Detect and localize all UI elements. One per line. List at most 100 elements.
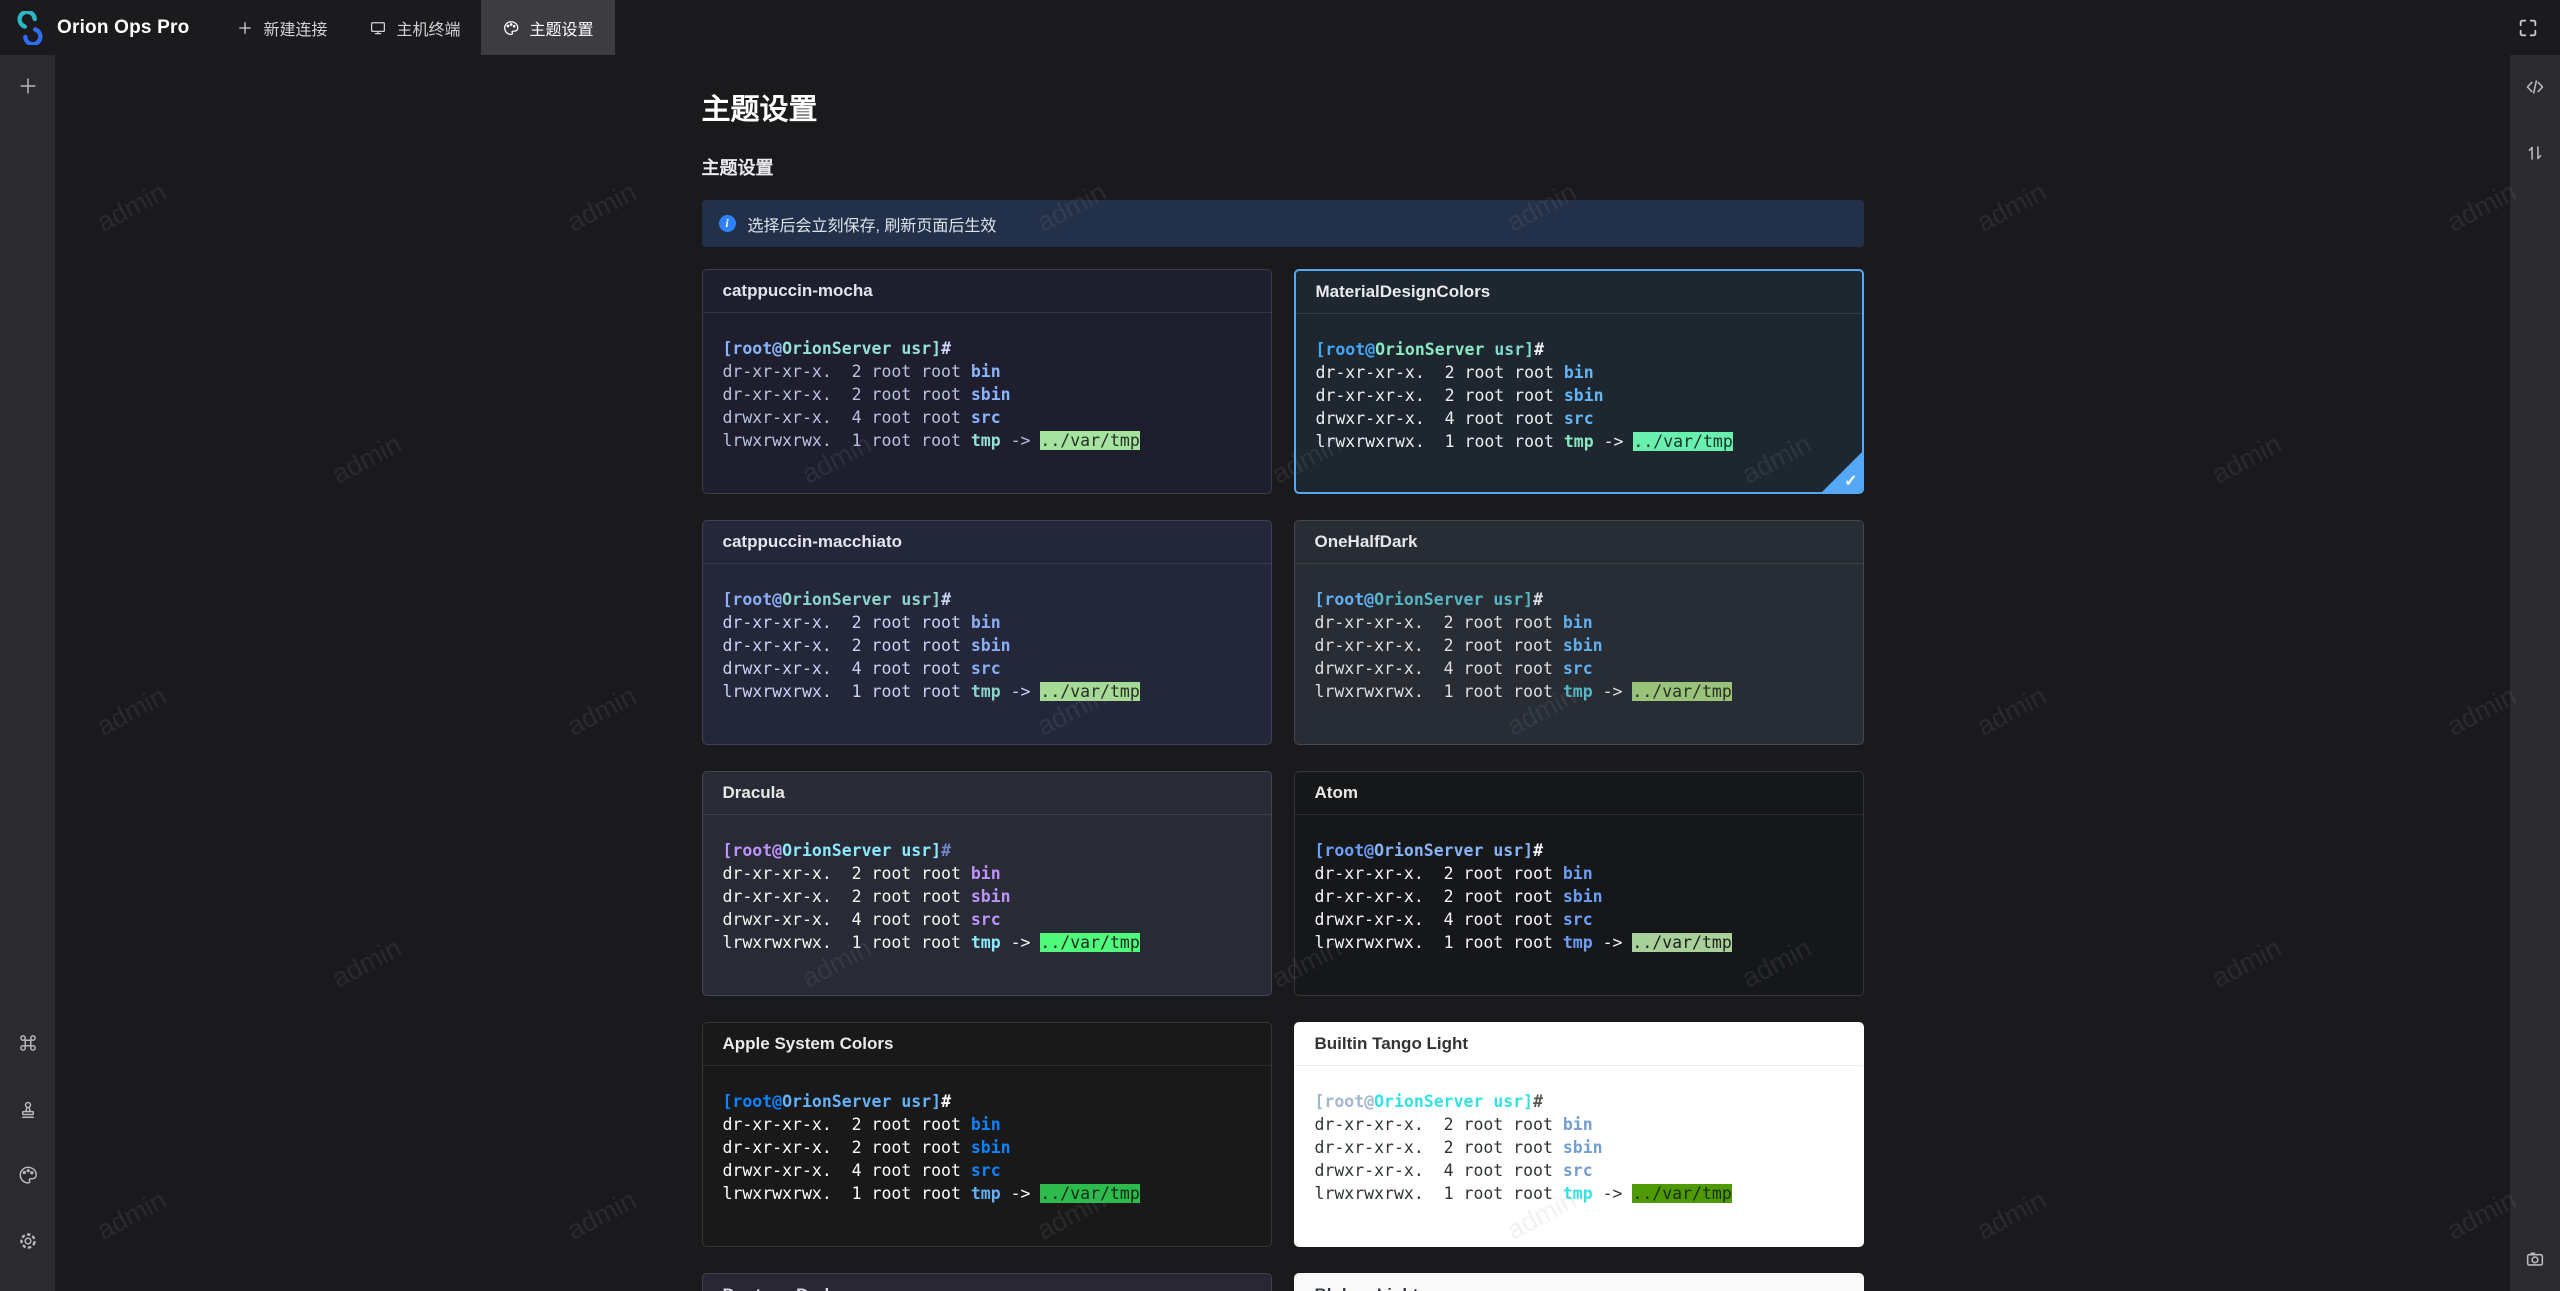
plus-icon — [236, 19, 254, 37]
theme-card-materialdesigncolors[interactable]: MaterialDesignColors[root@OrionServer us… — [1294, 269, 1864, 494]
terminal-line: dr-xr-xr-x. 2 root root sbin — [723, 885, 1251, 908]
page-title: 主题设置 — [702, 93, 1864, 127]
check-icon: ✓ — [1844, 471, 1857, 491]
terminal-line: lrwxrwxrwx. 1 root root tmp -> ../var/tm… — [723, 1182, 1251, 1205]
theme-card-title: Dracula — [703, 772, 1271, 815]
tab-bar: 新建连接 主机终端 主题设置 — [215, 0, 614, 55]
terminal-prompt-line: [root@OrionServer usr]# — [1315, 839, 1843, 862]
tab-theme-settings[interactable]: 主题设置 — [481, 0, 614, 55]
highlight-path: ../var/tmp — [1040, 933, 1139, 952]
theme-card-title: OneHalfDark — [1295, 521, 1863, 564]
terminal-line: dr-xr-xr-x. 2 root root bin — [1315, 1113, 1843, 1136]
terminal-prompt-line: [root@OrionServer usr]# — [723, 1090, 1251, 1113]
info-banner: i 选择后会立刻保存, 刷新页面后生效 — [702, 200, 1864, 247]
terminal-line: lrwxrwxrwx. 1 root root tmp -> ../var/tm… — [1315, 680, 1843, 703]
terminal-prompt-line: [root@OrionServer usr]# — [723, 839, 1251, 862]
terminal-preview: [root@OrionServer usr]#dr-xr-xr-x. 2 roo… — [1295, 1066, 1863, 1205]
terminal-line: dr-xr-xr-x. 2 root root bin — [723, 611, 1251, 634]
tab-host-terminal[interactable]: 主机终端 — [348, 0, 481, 55]
theme-card-blulocolight[interactable]: BlulocoLight[root@OrionServer usr]#dr-xr… — [1294, 1273, 1864, 1291]
info-banner-text: 选择后会立刻保存, 刷新页面后生效 — [748, 212, 997, 236]
highlight-path: ../var/tmp — [1632, 1184, 1731, 1203]
highlight-path: ../var/tmp — [1040, 682, 1139, 701]
theme-card-title: catppuccin-mocha — [703, 270, 1271, 313]
command-icon[interactable] — [10, 1025, 46, 1061]
theme-card-dracula[interactable]: Dracula[root@OrionServer usr]#dr-xr-xr-x… — [702, 771, 1272, 996]
terminal-preview: [root@OrionServer usr]#dr-xr-xr-x. 2 roo… — [1295, 564, 1863, 703]
terminal-prompt-line: [root@OrionServer usr]# — [723, 337, 1251, 360]
info-icon: i — [719, 215, 736, 232]
theme-card-title: Atom — [1295, 772, 1863, 815]
terminal-line: dr-xr-xr-x. 2 root root sbin — [723, 1136, 1251, 1159]
terminal-preview: [root@OrionServer usr]#dr-xr-xr-x. 2 roo… — [1295, 815, 1863, 954]
right-sidebar — [2510, 55, 2560, 1291]
terminal-line: dr-xr-xr-x. 2 root root sbin — [723, 383, 1251, 406]
theme-card-title: MaterialDesignColors — [1296, 271, 1862, 314]
theme-card-title: Apple System Colors — [703, 1023, 1271, 1066]
terminal-line: dr-xr-xr-x. 2 root root sbin — [723, 634, 1251, 657]
highlight-path: ../var/tmp — [1040, 1184, 1139, 1203]
tab-label: 主机终端 — [396, 16, 460, 40]
swap-vertical-icon[interactable] — [2517, 135, 2553, 171]
highlight-path: ../var/tmp — [1632, 933, 1731, 952]
main-content: 主题设置 主题设置 i 选择后会立刻保存, 刷新页面后生效 catppuccin… — [55, 55, 2510, 1291]
terminal-line: drwxr-xr-x. 4 root root src — [1315, 657, 1843, 680]
terminal-line: dr-xr-xr-x. 2 root root bin — [723, 1113, 1251, 1136]
tab-new-connection[interactable]: 新建连接 — [215, 0, 348, 55]
theme-grid: catppuccin-mocha[root@OrionServer usr]#d… — [702, 269, 1864, 1291]
terminal-line: drwxr-xr-x. 4 root root src — [1316, 407, 1842, 430]
topbar: Orion Ops Pro 新建连接 主机终端 — [0, 0, 2560, 55]
left-sidebar-bottom — [10, 1025, 46, 1289]
terminal-prompt-line: [root@OrionServer usr]# — [1315, 1090, 1843, 1113]
palette-icon[interactable] — [10, 1157, 46, 1193]
theme-card-duotone-dark[interactable]: Duotone Dark[root@OrionServer usr]#dr-xr… — [702, 1273, 1272, 1291]
theme-card-title: Builtin Tango Light — [1295, 1023, 1863, 1066]
terminal-line: dr-xr-xr-x. 2 root root sbin — [1315, 634, 1843, 657]
gear-icon[interactable] — [10, 1223, 46, 1259]
terminal-prompt-line: [root@OrionServer usr]# — [723, 588, 1251, 611]
terminal-line: lrwxrwxrwx. 1 root root tmp -> ../var/tm… — [1315, 931, 1843, 954]
add-connection-icon[interactable] — [10, 68, 46, 104]
highlight-path: ../var/tmp — [1632, 682, 1731, 701]
palette-icon — [502, 19, 520, 37]
terminal-line: dr-xr-xr-x. 2 root root bin — [1315, 862, 1843, 885]
theme-card-title: Duotone Dark — [703, 1274, 1271, 1291]
terminal-line: drwxr-xr-x. 4 root root src — [1315, 1159, 1843, 1182]
theme-card-catppuccin-macchiato[interactable]: catppuccin-macchiato[root@OrionServer us… — [702, 520, 1272, 745]
app-window: Orion Ops Pro 新建连接 主机终端 — [0, 0, 2560, 1291]
terminal-line: dr-xr-xr-x. 2 root root bin — [723, 360, 1251, 383]
terminal-line: dr-xr-xr-x. 2 root root bin — [1315, 611, 1843, 634]
fullscreen-icon[interactable] — [2510, 10, 2546, 46]
camera-icon[interactable] — [2517, 1241, 2553, 1277]
app-logo-icon — [13, 11, 47, 45]
terminal-line: lrwxrwxrwx. 1 root root tmp -> ../var/tm… — [723, 680, 1251, 703]
highlight-path: ../var/tmp — [1633, 432, 1732, 451]
terminal-preview: [root@OrionServer usr]#dr-xr-xr-x. 2 roo… — [703, 815, 1271, 954]
highlight-path: ../var/tmp — [1040, 431, 1139, 450]
terminal-line: lrwxrwxrwx. 1 root root tmp -> ../var/tm… — [723, 931, 1251, 954]
theme-card-builtin-tango-light[interactable]: Builtin Tango Light[root@OrionServer usr… — [1294, 1022, 1864, 1247]
stamp-icon[interactable] — [10, 1091, 46, 1127]
theme-card-catppuccin-mocha[interactable]: catppuccin-mocha[root@OrionServer usr]#d… — [702, 269, 1272, 494]
theme-card-title: BlulocoLight — [1295, 1274, 1863, 1291]
code-icon[interactable] — [2517, 69, 2553, 105]
terminal-line: lrwxrwxrwx. 1 root root tmp -> ../var/tm… — [1315, 1182, 1843, 1205]
terminal-line: lrwxrwxrwx. 1 root root tmp -> ../var/tm… — [723, 429, 1251, 452]
left-sidebar — [0, 55, 55, 1291]
terminal-line: dr-xr-xr-x. 2 root root bin — [723, 862, 1251, 885]
terminal-line: drwxr-xr-x. 4 root root src — [723, 908, 1251, 931]
tab-label: 主题设置 — [529, 16, 593, 40]
terminal-line: drwxr-xr-x. 4 root root src — [723, 657, 1251, 680]
terminal-line: dr-xr-xr-x. 2 root root sbin — [1316, 384, 1842, 407]
terminal-line: dr-xr-xr-x. 2 root root sbin — [1315, 1136, 1843, 1159]
terminal-line: drwxr-xr-x. 4 root root src — [1315, 908, 1843, 931]
theme-card-onehalfdark[interactable]: OneHalfDark[root@OrionServer usr]#dr-xr-… — [1294, 520, 1864, 745]
theme-card-apple-system-colors[interactable]: Apple System Colors [root@OrionServer usr… — [702, 1022, 1272, 1247]
topbar-right — [2510, 0, 2560, 55]
terminal-prompt-line: [root@OrionServer usr]# — [1315, 588, 1843, 611]
terminal-preview: [root@OrionServer usr]#dr-xr-xr-x. 2 roo… — [1296, 314, 1862, 453]
terminal-line: lrwxrwxrwx. 1 root root tmp -> ../var/tm… — [1316, 430, 1842, 453]
tab-label: 新建连接 — [263, 16, 327, 40]
theme-card-atom[interactable]: Atom[root@OrionServer usr]#dr-xr-xr-x. 2… — [1294, 771, 1864, 996]
terminal-line: drwxr-xr-x. 4 root root src — [723, 1159, 1251, 1182]
